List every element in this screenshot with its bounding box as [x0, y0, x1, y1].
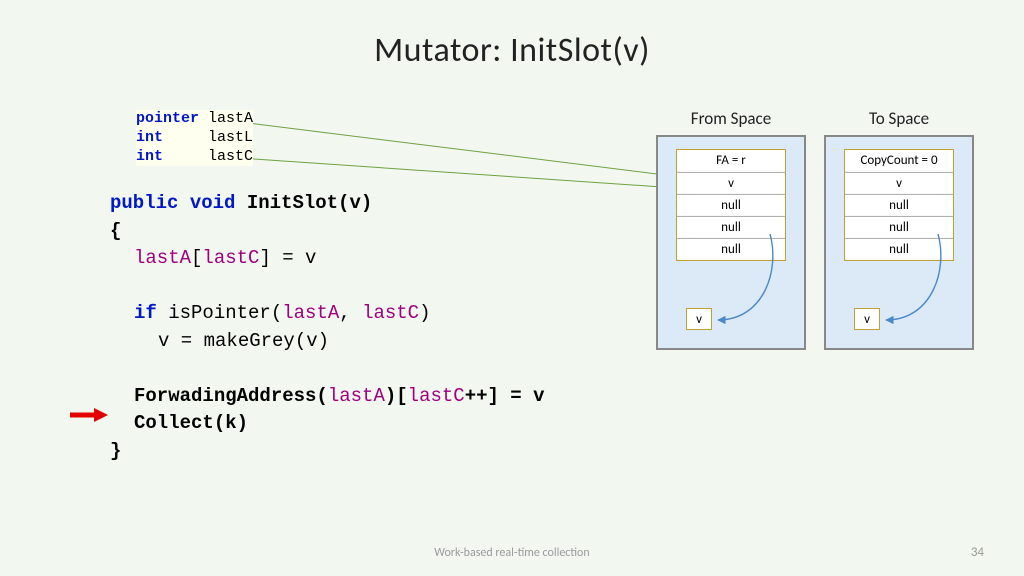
cell: v — [677, 172, 785, 194]
from-space-box: FA = r v null null null v — [656, 135, 806, 350]
from-cells: FA = r v null null null — [676, 149, 786, 261]
cell: null — [677, 216, 785, 238]
to-v-cell: v — [854, 308, 880, 330]
from-space: From Space FA = r v null null null v — [656, 108, 806, 350]
page-number: 34 — [971, 545, 984, 560]
cell: v — [845, 172, 953, 194]
to-space-title: To Space — [824, 108, 974, 129]
to-space-box: CopyCount = 0 v null null null v — [824, 135, 974, 350]
cell: FA = r — [677, 150, 785, 172]
from-space-title: From Space — [656, 108, 806, 129]
cell: null — [677, 238, 785, 260]
to-space: To Space CopyCount = 0 v null null null … — [824, 108, 974, 350]
cell: null — [845, 194, 953, 216]
declarations: pointer lastA int lastL int lastC — [136, 110, 253, 166]
footer-text: Work-based real-time collection — [0, 546, 1024, 560]
cell: null — [677, 194, 785, 216]
cell: null — [845, 216, 953, 238]
slide-title: Mutator: InitSlot(v) — [0, 0, 1024, 71]
cell: null — [845, 238, 953, 260]
code-block: public void InitSlot(v) { lastA[lastC] =… — [110, 190, 545, 465]
from-v-cell: v — [686, 308, 712, 330]
cell: CopyCount = 0 — [845, 150, 953, 172]
memory-spaces: From Space FA = r v null null null v To … — [656, 108, 974, 350]
to-cells: CopyCount = 0 v null null null — [844, 149, 954, 261]
red-arrow-icon — [70, 408, 108, 422]
